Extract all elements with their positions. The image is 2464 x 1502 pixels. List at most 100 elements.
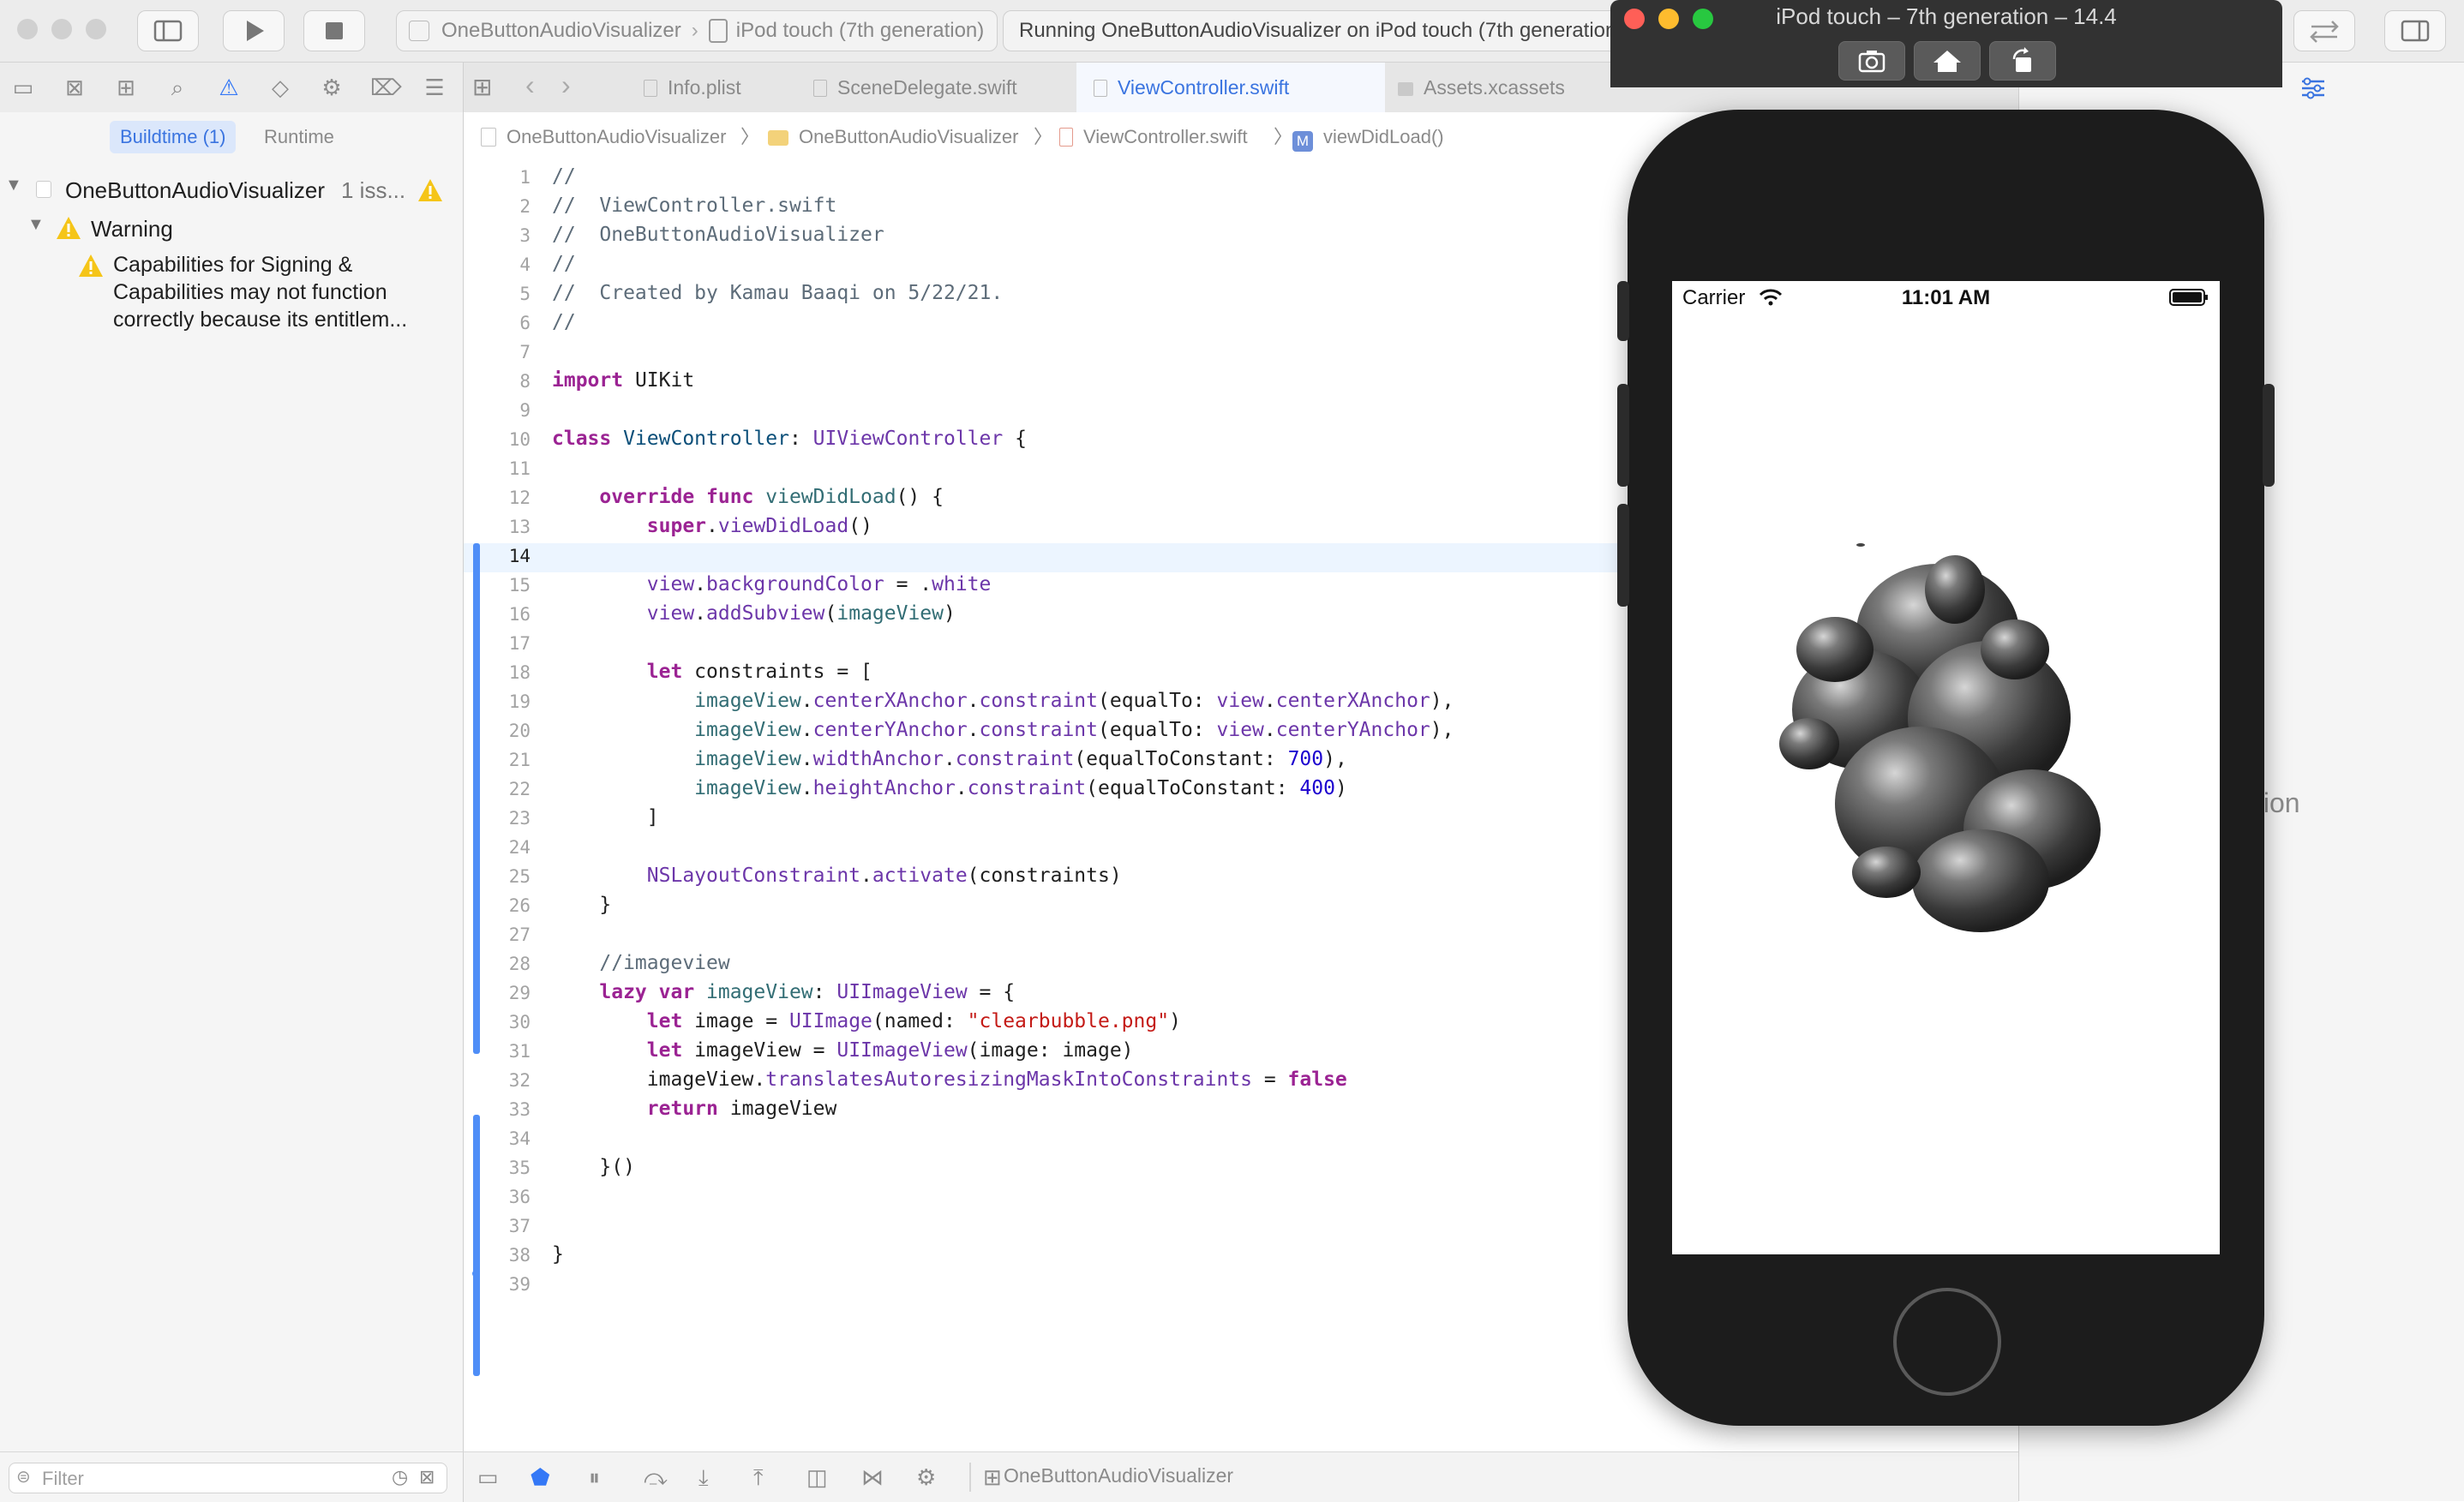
hide-debug-area-icon[interactable]: ▭ <box>477 1464 499 1491</box>
step-over-icon[interactable]: ⤼ <box>644 1464 668 1492</box>
source-editor[interactable]: 1 2 3 4 5 6 7 8 9 10 11 12 13 14 15 16 17 18 19 20 21 22 23 24 2… <box>464 162 1801 1451</box>
code-line: imageView.widthAnchor.constraint(equalTo… <box>694 748 1347 770</box>
chevron-right-icon: 〉 <box>740 126 760 147</box>
project-issue-row[interactable]: ▼ OneButtonAudioVisualizer 1 iss... <box>0 172 463 206</box>
breadcrumb-project[interactable]: OneButtonAudioVisualizer <box>481 112 726 162</box>
play-icon <box>247 21 264 41</box>
line-number: 4 <box>519 254 531 275</box>
scheme-device-label: iPod touch (7th generation) <box>735 19 985 42</box>
code-line: let constraints = [ <box>646 661 872 683</box>
line-number: 9 <box>519 400 531 421</box>
line-number: 2 <box>519 196 531 217</box>
issue-navigator: ▼ OneButtonAudioVisualizer 1 iss... ▼ Wa… <box>0 162 464 1451</box>
scheme-selector[interactable]: OneButtonAudioVisualizer › iPod touch (7… <box>396 10 998 51</box>
process-grid-icon: ⊞ <box>983 1464 1002 1490</box>
step-into-icon[interactable]: ⤓ <box>698 1464 709 1492</box>
debug-gauge-icon[interactable]: ⚙ <box>319 75 345 100</box>
line-number: 19 <box>508 691 531 712</box>
power-button[interactable] <box>2263 384 2275 487</box>
tab-label: SceneDelegate.swift <box>837 76 1017 99</box>
line-number: 16 <box>508 604 531 625</box>
volume-down-button[interactable] <box>1617 504 1629 607</box>
home-icon <box>1933 51 1961 72</box>
warning-icon <box>418 179 442 201</box>
test-diamond-icon[interactable]: ◇ <box>267 75 293 100</box>
issue-scope-bar: Buildtime (1) Runtime <box>0 112 464 162</box>
volume-up-button[interactable] <box>1617 384 1629 487</box>
home-button[interactable] <box>1914 41 1981 81</box>
toggle-navigator-button[interactable] <box>137 10 199 51</box>
line-number: 15 <box>508 575 531 595</box>
memory-graph-icon[interactable]: ⋈ <box>861 1464 884 1491</box>
recent-clock-icon[interactable]: ◷ <box>392 1466 408 1488</box>
warning-icon <box>57 217 81 239</box>
issue-text: Capabilities for Signing & Capabilities … <box>113 253 408 332</box>
mute-switch[interactable] <box>1617 281 1629 341</box>
step-out-icon[interactable]: ⤒ <box>753 1464 764 1492</box>
warning-icon <box>79 254 103 277</box>
toggle-inspector-button[interactable] <box>2384 10 2446 51</box>
code-review-button[interactable] <box>2293 10 2355 51</box>
code-line: import UIKit <box>552 369 695 392</box>
error-filter-icon[interactable]: ⊠ <box>419 1466 435 1488</box>
tab-viewcontroller[interactable]: ViewController.swift <box>1076 63 1385 112</box>
breadcrumb-file[interactable]: ViewController.swift <box>1059 112 1248 162</box>
status-bar: Carrier 11:01 AM <box>1672 281 2220 315</box>
find-icon[interactable]: ⌕ <box>165 75 190 100</box>
report-icon[interactable]: ☰ <box>422 75 447 100</box>
view-debugger-icon[interactable]: ◫ <box>806 1464 828 1491</box>
breadcrumb-folder[interactable]: OneButtonAudioVisualizer <box>768 112 1018 162</box>
stop-button[interactable] <box>303 10 365 51</box>
runtime-segment[interactable]: Runtime <box>254 121 345 153</box>
code-line: //imageview <box>599 952 730 974</box>
sliders-icon[interactable] <box>2299 75 2328 100</box>
code-line: imageView.heightAnchor.constraint(equalT… <box>694 777 1347 799</box>
back-chevron-icon[interactable]: ‹ <box>525 69 535 101</box>
code-line: // <box>552 311 576 333</box>
run-button[interactable] <box>223 10 285 51</box>
zoom-window-button[interactable] <box>86 19 106 39</box>
environment-overrides-icon[interactable]: ⚙ <box>916 1464 936 1491</box>
navigator-selector-bar: ▭ ⊠ ⊞ ⌕ ⚠ ◇ ⚙ ⌦ ☰ <box>0 63 464 113</box>
chevron-right-icon: 〉 <box>1034 126 1053 147</box>
folder-icon[interactable]: ▭ <box>10 75 36 100</box>
forward-chevron-icon[interactable]: › <box>561 69 571 101</box>
grid-icon[interactable]: ⊞ <box>472 73 492 101</box>
device-screen[interactable]: Carrier 11:01 AM <box>1672 281 2220 1254</box>
swift-file-icon <box>813 80 827 97</box>
buildtime-segment[interactable]: Buildtime (1) <box>110 121 237 153</box>
code-line: NSLayoutConstraint.activate(constraints) <box>646 865 1122 887</box>
breadcrumb-symbol[interactable]: MviewDidLoad() <box>1292 112 1444 162</box>
tab-scenedelegate[interactable]: SceneDelegate.swift <box>813 63 1096 112</box>
close-window-button[interactable] <box>17 19 38 39</box>
warning-group-row[interactable]: ▼ Warning <box>0 212 463 246</box>
screenshot-button[interactable] <box>1838 41 1905 81</box>
activity-status: Running OneButtonAudioVisualizer on iPod… <box>1003 10 1620 51</box>
breakpoints-toggle-icon[interactable]: ⬟ <box>531 1464 550 1491</box>
breakpoint-icon[interactable]: ⌦ <box>370 75 402 100</box>
rotate-button[interactable] <box>1989 41 2056 81</box>
filter-field[interactable]: ⊜ Filter ◷ ⊠ <box>9 1463 447 1493</box>
device-icon <box>708 19 728 43</box>
disclosure-open-icon[interactable]: ▼ <box>5 176 22 195</box>
disclosure-open-icon[interactable]: ▼ <box>27 215 45 235</box>
warning-group-label: Warning <box>91 216 173 242</box>
chevron-right-icon: 〉 <box>1274 126 1293 147</box>
source-control-icon[interactable]: ⊠ <box>62 75 87 100</box>
navigator-filter-bar: ⊜ Filter ◷ ⊠ <box>0 1451 464 1502</box>
line-number: 13 <box>508 517 531 537</box>
device-home-button[interactable] <box>1893 1288 2001 1396</box>
camera-icon <box>1858 51 1885 73</box>
code-line: imageView.centerXAnchor.constraint(equal… <box>694 690 1454 712</box>
debug-target-label[interactable]: OneButtonAudioVisualizer <box>1004 1464 1233 1487</box>
line-number: 37 <box>508 1216 531 1236</box>
pause-icon[interactable]: ⏸ <box>589 1464 600 1492</box>
code-line: let image = UIImage(named: "clearbubble.… <box>646 1010 1181 1032</box>
line-number: 28 <box>508 954 531 974</box>
code-line: class ViewController: UIViewController { <box>552 428 1027 450</box>
symbol-icon[interactable]: ⊞ <box>113 75 139 100</box>
issue-navigator-icon[interactable]: ⚠ <box>216 75 242 100</box>
minimize-window-button[interactable] <box>51 19 72 39</box>
issue-item[interactable]: Capabilities for Signing & Capabilities … <box>0 249 463 332</box>
code-line: view.backgroundColor = .white <box>646 573 992 595</box>
